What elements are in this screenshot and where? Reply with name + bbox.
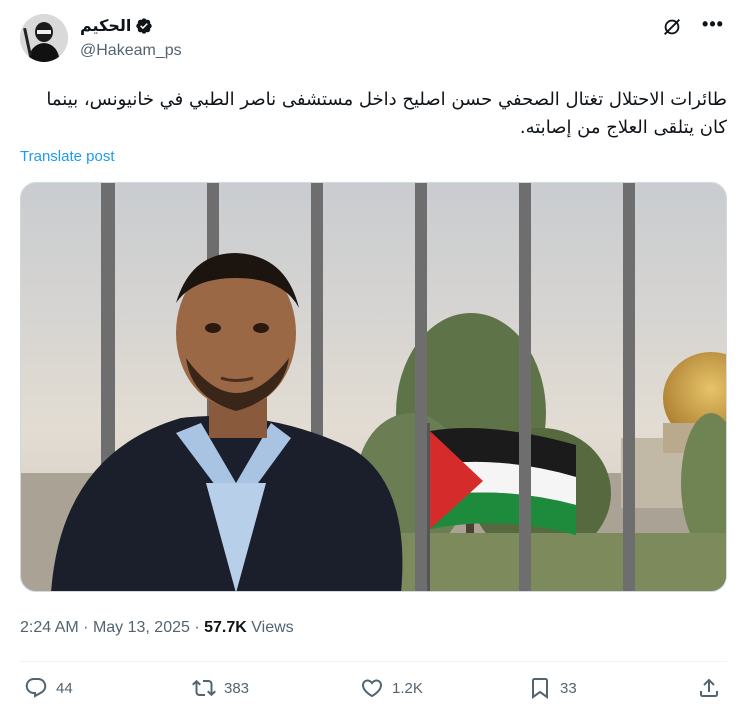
tweet-meta: 2:24 AM · May 13, 2025 · 57.7K Views <box>20 619 294 637</box>
tweet-date[interactable]: May 13, 2025 <box>93 619 190 636</box>
author-avatar[interactable] <box>20 14 68 62</box>
grok-icon[interactable] <box>661 16 683 38</box>
bookmark-button[interactable]: 33 <box>528 676 577 700</box>
repost-icon <box>192 679 216 697</box>
author-display-name[interactable]: الحكيم <box>80 16 131 36</box>
views-count: 57.7K <box>204 619 247 636</box>
share-button[interactable] <box>697 676 721 700</box>
translate-post-link[interactable]: Translate post <box>20 148 115 165</box>
bookmark-icon <box>532 678 548 699</box>
like-count: 1.2K <box>392 679 423 697</box>
heart-icon <box>361 679 383 698</box>
tweet-text: طائرات الاحتلال تغتال الصحفي حسن اصليح د… <box>46 89 727 138</box>
author-handle[interactable]: @Hakeam_ps <box>80 42 182 60</box>
bookmark-count: 33 <box>560 679 577 697</box>
tweet-time[interactable]: 2:24 AM <box>20 619 79 636</box>
like-button[interactable]: 1.2K <box>360 676 423 700</box>
avatar-silhouette-icon <box>20 14 68 62</box>
repost-count: 383 <box>224 679 250 697</box>
photo-image <box>21 183 726 591</box>
divider <box>20 661 727 662</box>
tweet-actions: 44 383 1.2K 33 <box>20 676 727 708</box>
verified-badge-icon[interactable] <box>135 17 153 35</box>
reply-count: 44 <box>56 679 73 697</box>
reply-icon <box>25 678 47 698</box>
reply-button[interactable]: 44 <box>24 676 73 700</box>
tweet-photo[interactable] <box>20 182 727 592</box>
tweet-header: الحكيم @Hakeam_ps ••• <box>20 14 727 70</box>
repost-button[interactable]: 383 <box>192 676 249 700</box>
more-options-button[interactable]: ••• <box>699 14 727 38</box>
meta-separator: · <box>83 619 89 636</box>
views-label: Views <box>251 619 294 636</box>
share-icon <box>700 678 718 697</box>
meta-separator: · <box>194 619 200 636</box>
